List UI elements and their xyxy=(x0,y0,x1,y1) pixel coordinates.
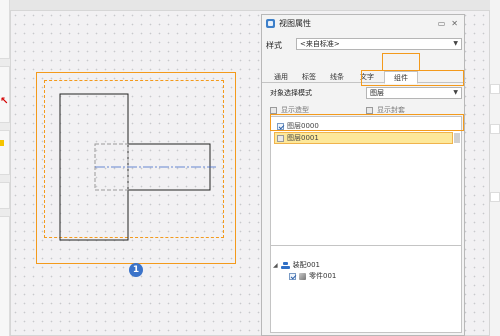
step-badge-1: 1 xyxy=(129,263,143,277)
tree-node-assembly[interactable]: ◢ 装配001 xyxy=(273,260,320,270)
collapse-caret-icon[interactable]: ◢ xyxy=(273,262,278,269)
list-item-highlight-frame xyxy=(270,114,464,131)
selection-mode-value: 图层 xyxy=(370,89,384,97)
show-sealed-checkbox[interactable] xyxy=(366,106,373,114)
close-icon[interactable]: ✕ xyxy=(451,19,458,28)
tree-node-label: 装配001 xyxy=(292,261,320,269)
show-features-checkbox[interactable] xyxy=(270,106,277,114)
layer-list[interactable]: 图层0000 图层0001 xyxy=(270,116,462,246)
right-side-strip xyxy=(490,0,500,336)
tree-node-label: 零件001 xyxy=(309,272,337,280)
app-icon xyxy=(266,18,275,28)
style-select-value: <来自标准> xyxy=(300,40,340,48)
tab-lines[interactable]: 线条 xyxy=(326,71,348,83)
style-label: 样式 xyxy=(266,40,282,50)
panel-title: 视图属性 xyxy=(279,18,311,28)
assembly-icon xyxy=(280,261,290,269)
part-icon xyxy=(299,272,306,280)
tab-general[interactable]: 通用 xyxy=(270,71,292,83)
list-item-label: 图层0001 xyxy=(287,134,319,142)
tab-label[interactable]: 标签 xyxy=(298,71,320,83)
style-row: 样式 <来自标准> ▼ xyxy=(266,38,462,51)
tree-node-part[interactable]: 零件001 xyxy=(289,271,336,281)
chevron-down-icon: ▼ xyxy=(453,40,458,47)
style-select[interactable]: <来自标准> ▼ xyxy=(296,38,462,50)
right-strip-row xyxy=(490,84,500,94)
part-checkbox[interactable] xyxy=(289,272,296,280)
layer-0001-checkbox[interactable] xyxy=(277,134,284,142)
right-strip-row xyxy=(490,124,500,134)
selection-mode-select[interactable]: 图层 ▼ xyxy=(366,87,462,99)
list-item-layer-0001[interactable]: 图层0001 xyxy=(277,133,319,143)
tab-highlight-frame xyxy=(382,53,420,71)
selection-mode-label: 对象选择模式 xyxy=(270,89,312,97)
scrollbar-thumb[interactable] xyxy=(454,133,460,143)
right-strip-row xyxy=(490,192,500,202)
assembly-tree[interactable]: ◢ 装配001 零件001 xyxy=(270,245,462,333)
pin-icon[interactable]: ▭ xyxy=(438,19,446,28)
panel-title-bar: 视图属性 ▭ ✕ xyxy=(262,15,464,31)
mode-highlight-frame xyxy=(361,70,464,86)
chevron-down-icon: ▼ xyxy=(453,89,458,96)
view-properties-panel: 视图属性 ▭ ✕ 样式 <来自标准> ▼ 通用 标签 线条 文字 组件 对象选择… xyxy=(261,14,466,336)
